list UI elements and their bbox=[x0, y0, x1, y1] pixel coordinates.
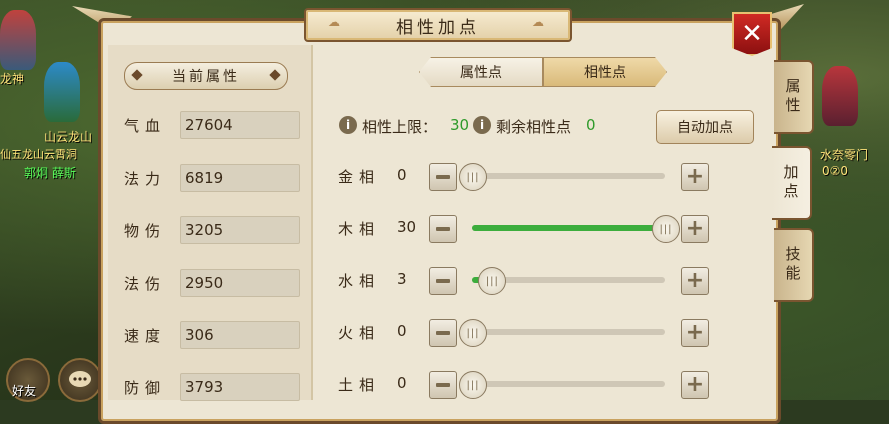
attribute-row: 法伤 2950 bbox=[124, 268, 300, 298]
decrease-button[interactable] bbox=[429, 371, 457, 399]
attribute-value: 2950 bbox=[180, 269, 300, 297]
attribute-name: 物伤 bbox=[124, 221, 167, 240]
attribute-name: 防御 bbox=[124, 378, 167, 397]
attribute-row: 防御 3793 bbox=[124, 372, 300, 402]
affinity-slider-thumb[interactable]: ||| bbox=[652, 215, 680, 243]
info-icon[interactable]: i bbox=[339, 116, 357, 134]
npc-character[interactable] bbox=[44, 62, 80, 122]
affinity-name: 土相 bbox=[338, 376, 381, 394]
affinity-limit-label: 相性上限： bbox=[362, 118, 438, 136]
increase-button[interactable]: + bbox=[681, 371, 709, 399]
minus-icon bbox=[436, 175, 450, 179]
affinity-value: 0 bbox=[397, 166, 407, 184]
affinity-value: 0 bbox=[397, 322, 407, 340]
tab-bar: 属性点 相性点 bbox=[419, 57, 667, 87]
tab-attribute-points[interactable]: 属性点 bbox=[419, 57, 543, 87]
minus-icon bbox=[436, 383, 450, 387]
world-label: 山云龙山 bbox=[44, 130, 93, 144]
side-tab-add-points[interactable]: 加点 bbox=[772, 146, 812, 220]
side-tab-attributes[interactable]: 属性 bbox=[774, 60, 814, 134]
attribute-row: 物伤 3205 bbox=[124, 215, 300, 245]
increase-button[interactable]: + bbox=[681, 319, 709, 347]
plus-icon: + bbox=[685, 372, 705, 397]
page-title: 相性加点 bbox=[396, 17, 480, 38]
attribute-name: 法力 bbox=[124, 169, 167, 188]
increase-button[interactable]: + bbox=[681, 163, 709, 191]
affinity-slider-track[interactable]: ||| bbox=[472, 267, 665, 295]
increase-button[interactable]: + bbox=[681, 267, 709, 295]
remaining-points-value: 0 bbox=[586, 116, 596, 134]
affinity-name: 金相 bbox=[338, 168, 381, 186]
cloud-ornament-icon: ☁ bbox=[328, 15, 340, 29]
plus-icon: + bbox=[685, 268, 705, 293]
info-icon[interactable]: i bbox=[473, 116, 491, 134]
attribute-value: 6819 bbox=[180, 164, 300, 192]
affinity-limit-value: 30 bbox=[450, 116, 470, 134]
remaining-points-label: 剩余相性点 bbox=[496, 118, 572, 136]
decrease-button[interactable] bbox=[429, 267, 457, 295]
npc-character[interactable] bbox=[0, 10, 36, 70]
cloud-ornament-icon: ☁ bbox=[532, 15, 544, 29]
decrease-button[interactable] bbox=[429, 215, 457, 243]
affinity-slider-thumb[interactable]: ||| bbox=[459, 319, 487, 347]
affinity-slider-track[interactable]: ||| bbox=[472, 215, 680, 243]
chat-icon bbox=[69, 371, 91, 387]
attribute-name: 法伤 bbox=[124, 274, 167, 293]
tab-affinity-points[interactable]: 相性点 bbox=[543, 57, 667, 87]
affinity-name: 水相 bbox=[338, 272, 381, 290]
world-label: 水奈零门 bbox=[820, 148, 869, 162]
minus-icon bbox=[436, 227, 450, 231]
increase-button[interactable]: + bbox=[681, 215, 709, 243]
close-button[interactable]: ✕ bbox=[732, 12, 772, 56]
affinity-name: 火相 bbox=[338, 324, 381, 342]
affinity-value: 30 bbox=[397, 218, 417, 236]
minus-icon bbox=[436, 331, 450, 335]
side-tab-skills[interactable]: 技能 bbox=[774, 228, 814, 302]
chat-button[interactable] bbox=[58, 358, 102, 402]
world-label: 龙神 bbox=[0, 72, 25, 86]
plus-icon: + bbox=[685, 320, 705, 345]
friends-label: 好友 bbox=[12, 384, 37, 398]
attribute-row: 速度 306 bbox=[124, 320, 300, 350]
affinity-slider-thumb[interactable]: ||| bbox=[459, 371, 487, 399]
affinity-value: 3 bbox=[397, 270, 407, 288]
plus-icon: + bbox=[685, 164, 705, 189]
attribute-row: 法力 6819 bbox=[124, 163, 300, 193]
affinity-slider-track[interactable]: ||| bbox=[459, 163, 665, 191]
current-attributes-header: 当前属性 bbox=[124, 62, 288, 90]
npc-character[interactable] bbox=[822, 66, 858, 126]
affinity-slider-fill bbox=[472, 225, 665, 231]
world-label: 0②0 bbox=[822, 164, 849, 178]
attribute-value: 306 bbox=[180, 321, 300, 349]
affinity-slider-track[interactable]: ||| bbox=[459, 371, 665, 399]
plus-icon: + bbox=[685, 216, 705, 241]
world-label: 郭炯 薛斯 bbox=[24, 166, 76, 180]
attribute-value: 3205 bbox=[180, 216, 300, 244]
minus-icon bbox=[436, 279, 450, 283]
affinity-slider-track[interactable]: ||| bbox=[459, 319, 665, 347]
decrease-button[interactable] bbox=[429, 319, 457, 347]
world-label: 仙五龙山云霄洞 bbox=[0, 148, 77, 161]
attribute-value: 3793 bbox=[180, 373, 300, 401]
attribute-row: 气血 27604 bbox=[124, 110, 300, 140]
affinity-value: 0 bbox=[397, 374, 407, 392]
auto-add-points-button[interactable]: 自动加点 bbox=[656, 110, 754, 144]
affinity-slider-thumb[interactable]: ||| bbox=[459, 163, 487, 191]
decrease-button[interactable] bbox=[429, 163, 457, 191]
affinity-name: 木相 bbox=[338, 220, 381, 238]
attribute-value: 27604 bbox=[180, 111, 300, 139]
attribute-name: 气血 bbox=[124, 116, 167, 135]
attribute-name: 速度 bbox=[124, 326, 167, 345]
